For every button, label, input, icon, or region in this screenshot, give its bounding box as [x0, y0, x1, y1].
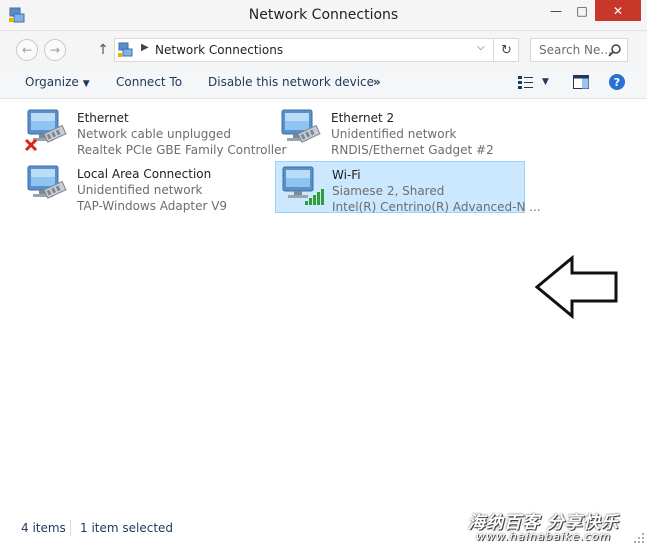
views-icon[interactable]: [518, 75, 534, 89]
back-button[interactable]: ←: [16, 39, 38, 61]
up-button[interactable]: ↑: [92, 39, 114, 61]
search-icon[interactable]: [608, 43, 622, 57]
watermark-url: www.hainabaike.com: [476, 530, 612, 543]
resize-grip-icon[interactable]: [634, 533, 644, 543]
title-bar: Network Connections — □ ✕: [0, 0, 647, 31]
forward-icon: →: [49, 43, 61, 57]
connection-ethernet[interactable]: Ethernet Network cable unplugged Realtek…: [20, 104, 286, 157]
connection-name: Ethernet 2: [331, 111, 395, 125]
connection-adapter: Realtek PCIe GBE Family Controller: [77, 143, 287, 157]
back-icon: ←: [21, 43, 33, 57]
connection-ethernet-2[interactable]: Ethernet 2 Unidentified network RNDIS/Et…: [274, 104, 524, 157]
connection-status: Siamese 2, Shared: [332, 184, 445, 198]
breadcrumb[interactable]: Network Connections: [155, 43, 283, 57]
connection-adapter: Intel(R) Centrino(R) Advanced-N ...: [332, 200, 541, 214]
connection-status: Unidentified network: [77, 183, 203, 197]
connection-name: Wi-Fi: [332, 168, 361, 182]
disable-device-button[interactable]: Disable this network device: [208, 75, 374, 89]
breadcrumb-separator[interactable]: ▶: [141, 42, 149, 53]
connection-status: Network cable unplugged: [77, 127, 232, 141]
connection-adapter: TAP-Windows Adapter V9: [77, 199, 228, 213]
organize-button[interactable]: Organize ▼: [25, 75, 90, 89]
up-icon: ↑: [97, 42, 109, 58]
close-button[interactable]: ✕: [595, 0, 641, 21]
chevron-down-icon[interactable]: ▼: [542, 77, 549, 87]
chevron-down-icon: ▼: [82, 79, 90, 89]
connection-status: Unidentified network: [331, 127, 457, 141]
address-field[interactable]: ▶ Network Connections ⌵ ↻: [114, 38, 519, 62]
connections-list: Ethernet Network cable unplugged Realtek…: [0, 100, 647, 510]
command-bar: Organize ▼ Connect To Disable this networ…: [0, 67, 647, 99]
connection-name: Ethernet: [77, 111, 129, 125]
help-icon[interactable]: ?: [609, 74, 625, 90]
connection-wifi[interactable]: Wi-Fi Siamese 2, Shared Intel(R) Centrin…: [275, 161, 541, 214]
connection-local-area[interactable]: Local Area Connection Unidentified netwo…: [20, 160, 270, 213]
address-bar: ← → ↑ ▶ Network Connections ⌵ ↻ Search N…: [0, 31, 647, 67]
connect-to-button[interactable]: Connect To: [116, 75, 182, 89]
maximize-button[interactable]: □: [569, 0, 595, 21]
status-divider: [70, 520, 71, 536]
search-input[interactable]: Search Ne...: [530, 38, 628, 62]
selection-count: 1 item selected: [80, 521, 174, 535]
minimize-button[interactable]: —: [543, 0, 569, 21]
connection-name: Local Area Connection: [77, 167, 212, 181]
network-adapter-icon: [24, 164, 70, 210]
search-placeholder: Search Ne...: [539, 43, 612, 57]
refresh-icon: ↻: [501, 42, 512, 58]
pointer-arrow-icon: [534, 255, 618, 319]
preview-pane-icon[interactable]: [573, 75, 589, 89]
organize-label: Organize: [25, 75, 79, 89]
disconnected-x-icon: [24, 138, 38, 152]
more-commands-button[interactable]: »: [373, 75, 381, 89]
forward-button[interactable]: →: [44, 39, 66, 61]
connection-adapter: RNDIS/Ethernet Gadget #2: [331, 143, 494, 157]
refresh-button[interactable]: ↻: [493, 39, 519, 61]
wifi-signal-icon: [305, 189, 324, 205]
watermark: 海纳百客 分享快乐 www.hainabaike.com: [468, 508, 646, 544]
network-adapter-icon: [278, 108, 324, 154]
network-icon: [118, 42, 133, 57]
chevron-down-icon[interactable]: ⌵: [477, 42, 485, 53]
item-count: 4 items: [21, 521, 66, 535]
